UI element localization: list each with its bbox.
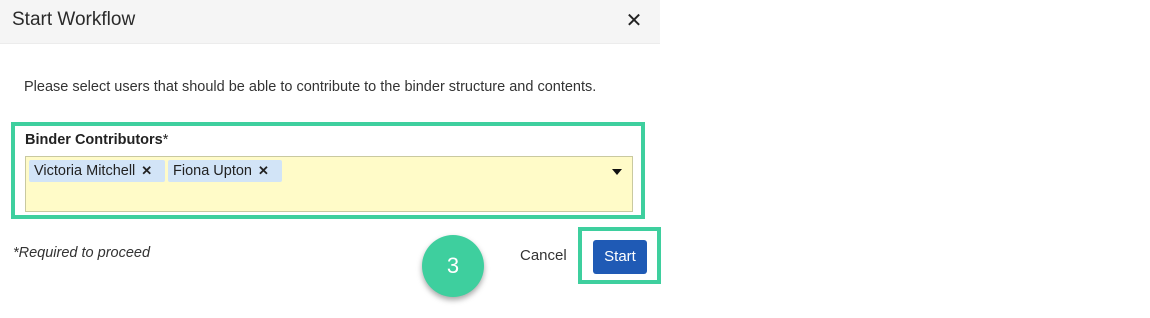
chip-label: Fiona Upton (173, 163, 252, 179)
close-icon[interactable]: ✕ (622, 8, 646, 34)
remove-chip-icon[interactable]: ✕ (141, 160, 152, 182)
start-button[interactable]: Start (593, 240, 647, 274)
selected-user-chip: Fiona Upton ✕ (168, 160, 282, 182)
step-number-badge: 3 (422, 235, 484, 297)
selected-user-chip: Victoria Mitchell ✕ (29, 160, 165, 182)
required-note: *Required to proceed (13, 245, 151, 261)
instructions-text: Please select users that should be able … (24, 79, 597, 95)
field-label-text: Binder Contributors (25, 132, 163, 148)
cancel-button[interactable]: Cancel (520, 247, 567, 264)
binder-contributors-label: Binder Contributors* (25, 132, 168, 148)
binder-contributors-input[interactable]: Victoria Mitchell ✕ Fiona Upton ✕ (25, 156, 633, 212)
dialog-header: Start Workflow ✕ (0, 0, 660, 44)
caret-down-icon[interactable] (612, 169, 622, 175)
dialog-title: Start Workflow (12, 9, 136, 30)
start-workflow-dialog: Start Workflow ✕ Please select users tha… (0, 0, 661, 297)
required-marker: * (162, 132, 169, 148)
remove-chip-icon[interactable]: ✕ (258, 160, 269, 182)
chip-label: Victoria Mitchell (34, 163, 136, 179)
binder-contributors-highlight: Binder Contributors* Victoria Mitchell ✕ … (11, 122, 645, 219)
